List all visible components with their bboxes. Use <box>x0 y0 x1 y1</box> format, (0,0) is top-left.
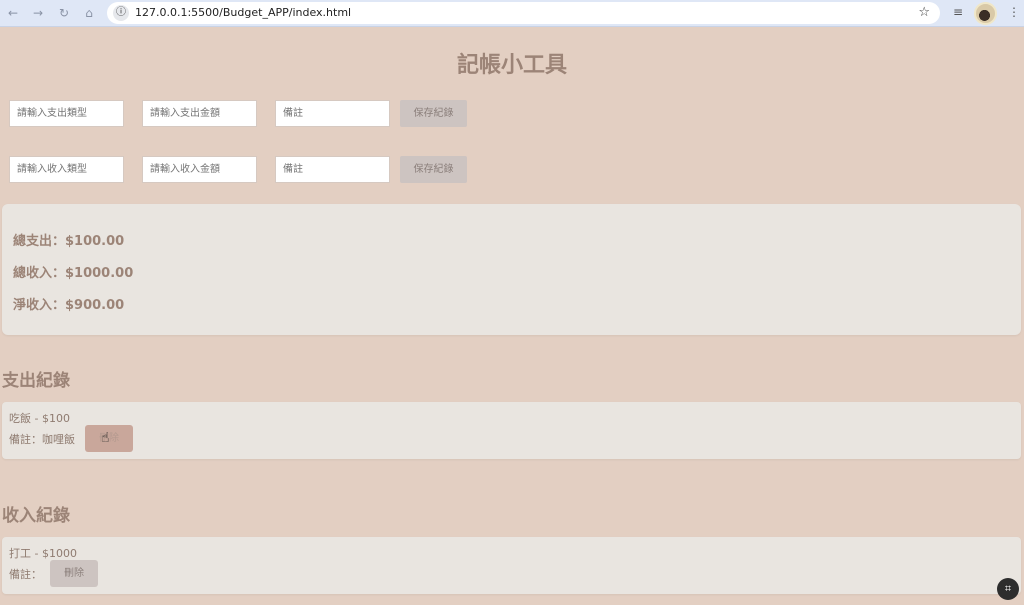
reload-icon[interactable]: ↻ <box>56 5 72 21</box>
net-income: 淨收入：$900.00 <box>13 298 125 313</box>
avatar[interactable] <box>974 2 997 25</box>
list-item: 吃飯 - $100 備註：咖哩飯 刪除 <box>2 402 1021 459</box>
income-type-input[interactable] <box>9 156 124 183</box>
arrow-right-icon[interactable]: → <box>30 5 46 21</box>
expense-amount-input[interactable] <box>142 100 257 127</box>
page-title: 記帳小工具 <box>456 53 567 78</box>
list-item: 打工 - $1000 備註： 刪除 <box>2 537 1021 594</box>
income-records-title: 收入紀錄 <box>2 506 70 526</box>
star-icon[interactable]: ☆ <box>918 5 930 20</box>
url-text[interactable]: 127.0.0.1:5500/Budget_APP/index.html <box>135 6 351 19</box>
arrow-left-icon[interactable]: ← <box>5 5 21 21</box>
record-line: 吃飯 - $100 <box>9 412 70 425</box>
browser-toolbar: ← → ↻ ⌂ ⓘ 127.0.0.1:5500/Budget_APP/inde… <box>0 0 1024 27</box>
screen-capture-icon[interactable]: ⌗ <box>997 578 1019 600</box>
kebab-menu-icon[interactable]: ⋮ <box>1008 5 1020 19</box>
expense-type-input[interactable] <box>9 100 124 127</box>
record-note: 備註：咖哩飯 <box>9 433 75 446</box>
home-icon[interactable]: ⌂ <box>81 5 97 21</box>
total-income: 總收入：$1000.00 <box>13 266 134 281</box>
expense-note-input[interactable] <box>275 100 390 127</box>
total-expense: 總支出：$100.00 <box>13 234 125 249</box>
summary-card: 總支出：$100.00 總收入：$1000.00 淨收入：$900.00 <box>2 204 1021 335</box>
save-expense-button[interactable]: 保存紀錄 <box>400 100 467 127</box>
delete-button[interactable]: 刪除 <box>50 560 98 587</box>
record-line: 打工 - $1000 <box>9 547 77 560</box>
income-note-input[interactable] <box>275 156 390 183</box>
income-amount-input[interactable] <box>142 156 257 183</box>
media-controls-icon[interactable]: ≡ <box>953 5 963 19</box>
address-bar[interactable]: ⓘ 127.0.0.1:5500/Budget_APP/index.html ☆ <box>107 2 940 24</box>
expense-records-title: 支出紀錄 <box>2 371 70 391</box>
info-icon[interactable]: ⓘ <box>113 5 129 21</box>
hand-cursor-icon: ☝ <box>101 430 110 446</box>
record-note: 備註： <box>9 568 42 581</box>
save-income-button[interactable]: 保存紀錄 <box>400 156 467 183</box>
